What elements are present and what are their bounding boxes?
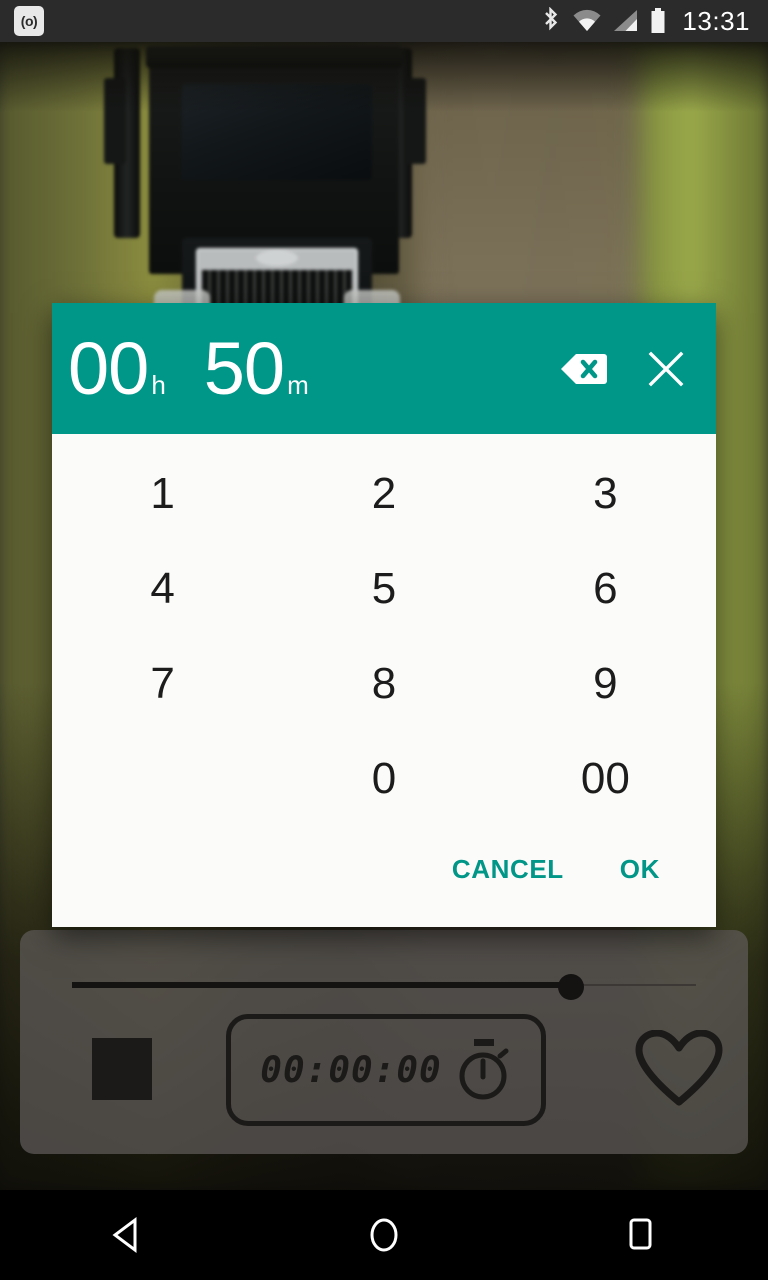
keypad-key-3[interactable]: 3 bbox=[495, 446, 716, 541]
heart-outline-icon bbox=[635, 1030, 723, 1106]
sleep-timer-button[interactable]: 00:00:00 bbox=[226, 1014, 546, 1126]
keypad-key-8[interactable]: 8 bbox=[273, 636, 494, 731]
numeric-keypad: 1 2 3 4 5 6 7 8 9 0 00 bbox=[52, 434, 716, 826]
keypad-key-5[interactable]: 5 bbox=[273, 541, 494, 636]
android-nav-bar bbox=[0, 1190, 768, 1280]
hours-unit-label: h bbox=[151, 369, 166, 400]
back-triangle-icon bbox=[112, 1217, 137, 1253]
wallpaper-vignette-top bbox=[0, 42, 768, 112]
keypad-key-2[interactable]: 2 bbox=[273, 446, 494, 541]
favorite-button[interactable] bbox=[624, 1030, 734, 1110]
keypad-key-7[interactable]: 7 bbox=[52, 636, 273, 731]
seek-slider[interactable] bbox=[72, 974, 696, 1000]
keypad-key-9[interactable]: 9 bbox=[495, 636, 716, 731]
cellular-signal-icon bbox=[614, 10, 638, 31]
time-display: 00 h 50 m bbox=[68, 326, 309, 410]
stopwatch-icon bbox=[459, 1039, 509, 1100]
player-buttons-row: 00:00:00 bbox=[20, 1008, 748, 1138]
nav-home-button[interactable] bbox=[324, 1190, 444, 1280]
stop-button[interactable] bbox=[92, 1038, 152, 1100]
player-control-panel: 00:00:00 bbox=[20, 930, 748, 1154]
keypad-key-6[interactable]: 6 bbox=[495, 541, 716, 636]
status-clock: 13:31 bbox=[682, 5, 750, 36]
picker-action-row: CANCEL OK bbox=[52, 826, 716, 906]
hours-value: 00 bbox=[68, 326, 149, 410]
ok-button[interactable]: OK bbox=[604, 844, 676, 895]
battery-icon bbox=[651, 8, 665, 33]
minutes-value: 50 bbox=[203, 326, 285, 410]
header-actions bbox=[558, 343, 692, 395]
keypad-key-00[interactable]: 00 bbox=[495, 731, 716, 826]
cancel-button[interactable]: CANCEL bbox=[436, 844, 580, 895]
close-picker-button[interactable] bbox=[640, 343, 692, 395]
nav-back-button[interactable] bbox=[68, 1190, 188, 1280]
keypad-key-4[interactable]: 4 bbox=[52, 541, 273, 636]
status-bar: (o) 13:31 bbox=[0, 0, 768, 42]
keypad-key-empty bbox=[52, 731, 273, 826]
android-screen: (o) 13:31 00 h 50 m 1 2 3 4 5 6 7 8 9 0 … bbox=[0, 0, 768, 1280]
keypad-key-1[interactable]: 1 bbox=[52, 446, 273, 541]
cast-screen-glyph: (o) bbox=[20, 13, 38, 29]
home-circle-icon bbox=[370, 1218, 398, 1252]
nav-recents-button[interactable] bbox=[580, 1190, 700, 1280]
backspace-button[interactable] bbox=[558, 343, 610, 395]
seek-fill bbox=[72, 982, 572, 988]
time-picker-header: 00 h 50 m bbox=[52, 303, 716, 434]
recents-square-icon bbox=[629, 1218, 652, 1250]
close-icon bbox=[648, 351, 684, 386]
wifi-icon bbox=[573, 9, 601, 31]
bluetooth-icon bbox=[545, 7, 558, 31]
timer-value: 00:00:00 bbox=[260, 1049, 442, 1091]
minutes-unit-label: m bbox=[287, 369, 309, 400]
cast-screen-icon: (o) bbox=[14, 6, 44, 36]
time-picker-dialog: 00 h 50 m 1 2 3 4 5 6 7 8 9 0 00 CANCEL … bbox=[52, 303, 716, 927]
backspace-icon bbox=[561, 353, 607, 384]
status-icons-group: 13:31 bbox=[541, 6, 750, 37]
keypad-key-0[interactable]: 0 bbox=[273, 731, 494, 826]
seek-thumb[interactable] bbox=[558, 974, 585, 1000]
